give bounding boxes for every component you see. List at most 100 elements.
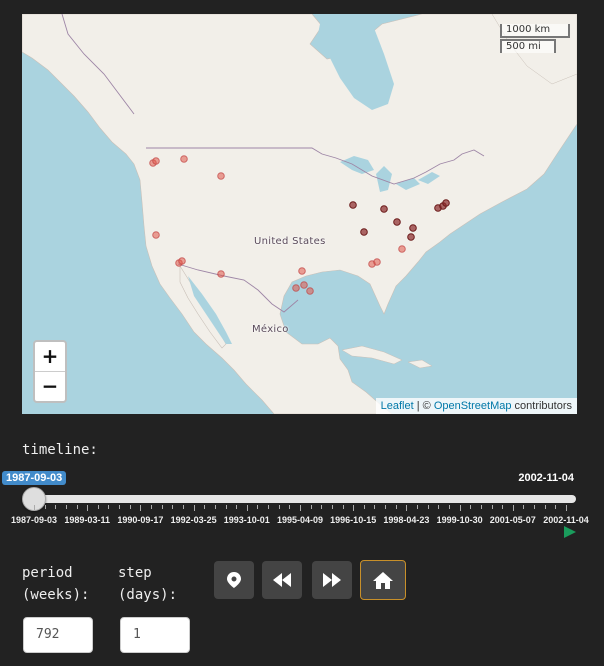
event-marker [442, 199, 450, 207]
timeline-minor-tick [214, 505, 216, 509]
timeline-tick-label: 1998-04-23 [383, 515, 430, 525]
timeline-from-badge: 1987-09-03 [2, 471, 67, 485]
timeline-tick [87, 505, 89, 511]
scale-mi: 500 mi [500, 39, 556, 53]
timeline-minor-tick [129, 505, 131, 509]
timeline-tick-label: 1999-10-30 [436, 515, 483, 525]
timeline-minor-tick [108, 505, 110, 509]
locate-button[interactable] [214, 561, 254, 599]
timeline-minor-tick [321, 505, 323, 509]
timeline-minor-tick [151, 505, 153, 509]
timeline-minor-tick [491, 505, 493, 509]
timeline-minor-tick [417, 505, 419, 509]
timeline-minor-tick [257, 505, 259, 509]
timeline-tick-label: 1989-03-11 [64, 515, 110, 525]
timeline-minor-tick [385, 505, 387, 509]
step-input[interactable]: 1 [120, 617, 190, 653]
period-input[interactable]: 792 [23, 617, 93, 653]
event-marker [306, 287, 314, 295]
timeline-tick [406, 505, 408, 511]
attribution-sep: | © [413, 400, 434, 412]
timeline-tick-label: 1993-10-01 [223, 515, 270, 525]
marker-layer [149, 155, 450, 295]
map-attribution: Leaflet | © OpenStreetMap contributors [375, 398, 577, 414]
timeline-minor-tick [182, 505, 184, 509]
step-label: step (days): [118, 562, 177, 606]
map[interactable]: United States México 1000 km 500 mi + − … [22, 14, 577, 414]
timeline-minor-tick [470, 505, 472, 509]
timeline-minor-tick [427, 505, 429, 509]
zoom-control: + − [33, 340, 67, 403]
event-marker [373, 258, 381, 266]
timeline-minor-tick [76, 505, 78, 509]
timeline-tick [300, 505, 301, 511]
timeline-minor-tick [555, 505, 557, 509]
timeline-minor-tick [44, 505, 46, 509]
timeline-label: timeline: [22, 442, 98, 458]
timeline-minor-tick [161, 505, 163, 509]
play-icon[interactable] [563, 525, 577, 539]
period-label-line2: (weeks): [22, 587, 90, 603]
event-marker [152, 157, 160, 165]
attribution-suffix: contributors [511, 400, 572, 412]
timeline-tick [512, 505, 514, 511]
home-icon [373, 571, 393, 589]
timeline-tick-label: 1992-03-25 [170, 515, 217, 525]
timeline-tick-label: 1987-09-03 [10, 515, 58, 525]
timeline-ticks: 1987-09-03 1989-03-11 1990-09-17 1992-03-25… [0, 503, 604, 533]
fast-forward-button[interactable] [312, 561, 352, 599]
event-marker [360, 228, 368, 236]
timeline-minor-tick [236, 505, 238, 509]
timeline-tick [34, 505, 35, 511]
timeline-minor-tick [65, 505, 67, 509]
timeline-tick [246, 505, 248, 511]
timeline-minor-tick [278, 505, 280, 509]
event-marker [298, 267, 306, 275]
rewind-button[interactable] [262, 561, 302, 599]
timeline-tick-label: 2002-11-04 [543, 515, 589, 525]
timeline-tick-label: 1995-04-09 [276, 515, 324, 525]
period-label-line1: period [22, 565, 73, 581]
event-marker [292, 284, 300, 292]
period-label: period (weeks): [22, 562, 89, 606]
timeline-tick [459, 505, 461, 511]
event-marker [178, 257, 186, 265]
timeline-tick [193, 505, 195, 511]
timeline-minor-tick [119, 505, 121, 509]
event-marker [152, 231, 160, 239]
timeline-minor-tick [448, 505, 450, 509]
timeline-minor-tick [502, 505, 504, 509]
step-label-line1: step [118, 565, 152, 581]
timeline-minor-tick [544, 505, 546, 509]
home-button[interactable] [360, 560, 406, 600]
timeline-minor-tick [331, 505, 333, 509]
timeline-minor-tick [289, 505, 291, 509]
timeline-minor-tick [363, 505, 365, 509]
osm-link[interactable]: OpenStreetMap [434, 400, 512, 412]
timeline-minor-tick [268, 505, 270, 509]
leaflet-link[interactable]: Leaflet [381, 400, 414, 412]
timeline-tick [353, 505, 355, 511]
timeline-minor-tick [172, 505, 174, 509]
timeline-minor-tick [97, 505, 99, 509]
zoom-out-button[interactable]: − [35, 372, 65, 401]
timeline-minor-tick [204, 505, 206, 509]
timeline-minor-tick [374, 505, 376, 509]
event-marker [398, 245, 406, 253]
timeline-minor-tick [534, 505, 536, 509]
event-marker [349, 201, 357, 209]
timeline-minor-tick [480, 505, 482, 509]
timeline-minor-tick [310, 505, 312, 509]
timeline-minor-tick [55, 505, 57, 509]
timeline-minor-tick [395, 505, 397, 509]
zoom-in-button[interactable]: + [35, 342, 65, 372]
timeline-tick-label: 2001-05-07 [489, 515, 536, 525]
timeline-minor-tick [342, 505, 344, 509]
timeline-slider-track[interactable] [30, 495, 576, 503]
map-scale: 1000 km 500 mi [500, 24, 570, 53]
event-marker [300, 281, 308, 289]
event-marker [217, 172, 225, 180]
step-label-line2: (days): [118, 587, 178, 603]
event-marker [409, 224, 417, 232]
event-marker [407, 233, 415, 241]
